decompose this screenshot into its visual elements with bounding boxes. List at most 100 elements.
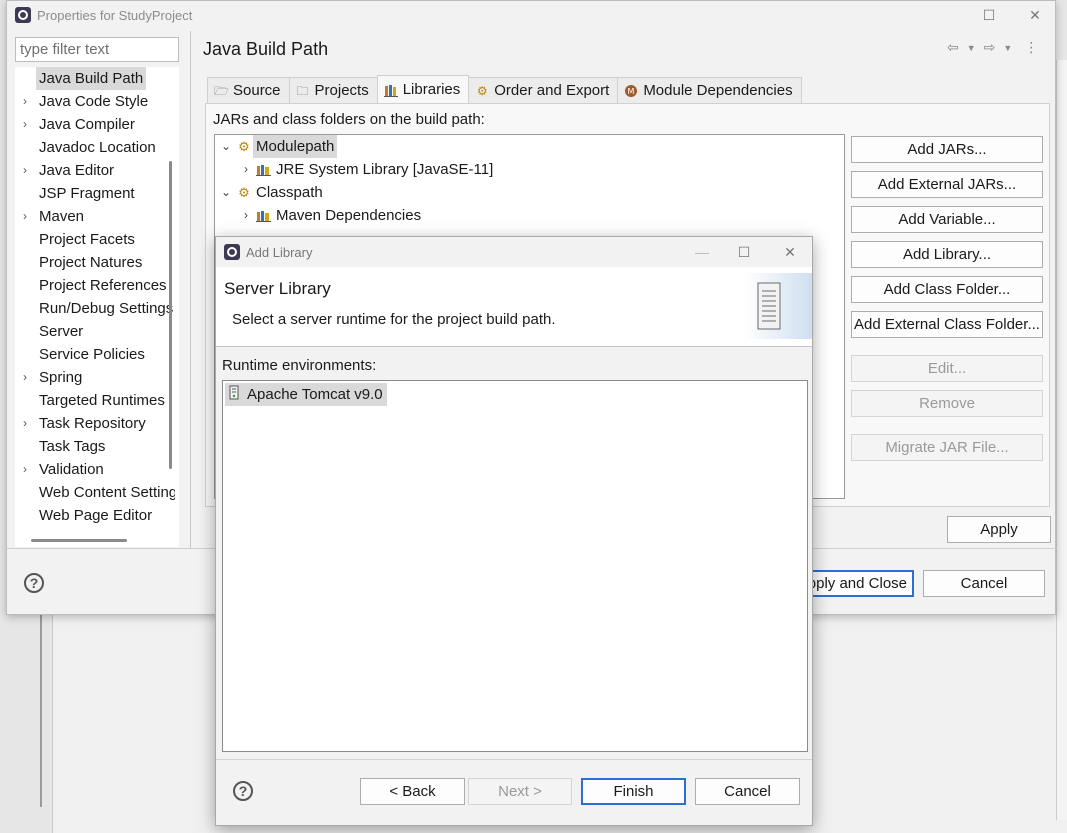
- tab-projects[interactable]: 🗀 Projects: [288, 77, 378, 103]
- nav-item[interactable]: › Task Repository: [15, 412, 175, 435]
- edit-button[interactable]: Edit...: [851, 355, 1043, 382]
- nav-item[interactable]: Server: [15, 320, 175, 343]
- help-icon[interactable]: ?: [24, 573, 44, 593]
- list-item[interactable]: Apache Tomcat v9.0: [225, 383, 387, 406]
- runtime-environments-label: Runtime environments:: [222, 357, 377, 374]
- nav-item[interactable]: › Java Code Style: [15, 90, 175, 113]
- modulepath-icon: ⚙: [238, 138, 250, 154]
- nav-item[interactable]: Run/Debug Settings: [15, 297, 175, 320]
- chevron-right-icon[interactable]: ›: [237, 204, 255, 227]
- nav-item-label: Java Compiler: [39, 116, 135, 133]
- nav-item-label: JSP Fragment: [39, 185, 135, 202]
- finish-button[interactable]: Finish: [581, 778, 686, 805]
- background-ruler: [40, 615, 42, 807]
- chevron-right-icon[interactable]: ›: [23, 205, 27, 228]
- add-jars-button[interactable]: Add JARs...: [851, 136, 1043, 163]
- tree-row-modulepath[interactable]: ⌄ ⚙ Modulepath: [217, 135, 338, 158]
- nav-vertical-scrollbar[interactable]: [169, 161, 172, 469]
- forward-dropdown-icon[interactable]: ▼: [1003, 39, 1012, 57]
- tab-module-dependencies[interactable]: M Module Dependencies: [617, 77, 802, 103]
- runtime-environments-list: Apache Tomcat v9.0: [222, 380, 808, 752]
- forward-arrow-icon[interactable]: ⇨: [984, 39, 996, 57]
- nav-item-label: Maven: [39, 208, 85, 225]
- nav-item[interactable]: Project Natures: [15, 251, 175, 274]
- nav-item[interactable]: › Java Editor: [15, 159, 175, 182]
- chevron-right-icon[interactable]: ›: [23, 412, 27, 435]
- nav-item[interactable]: › Validation: [15, 458, 175, 481]
- chevron-right-icon[interactable]: ›: [23, 159, 27, 182]
- cancel-button[interactable]: Cancel: [695, 778, 800, 805]
- filter-input[interactable]: [15, 37, 179, 62]
- nav-item-label: Project Natures: [39, 254, 143, 271]
- chevron-down-icon[interactable]: ⌄: [217, 135, 235, 158]
- nav-item-label: Web Page Editor: [39, 507, 153, 524]
- nav-item-label: Validation: [39, 461, 104, 478]
- library-icon: [255, 208, 273, 224]
- properties-titlebar: Properties for StudyProject ☐ ✕: [7, 1, 1055, 29]
- nav-item[interactable]: Task Tags: [15, 435, 175, 458]
- add-library-button[interactable]: Add Library...: [851, 241, 1043, 268]
- apply-button[interactable]: Apply: [947, 516, 1051, 543]
- svg-text:M: M: [628, 87, 635, 96]
- back-dropdown-icon[interactable]: ▼: [967, 39, 976, 57]
- nav-item[interactable]: › Spring: [15, 366, 175, 389]
- nav-item[interactable]: Targeted Runtimes: [15, 389, 175, 412]
- close-icon[interactable]: ✕: [1025, 5, 1045, 25]
- classpath-icon: ⚙: [238, 184, 250, 200]
- migrate-jar-button[interactable]: Migrate JAR File...: [851, 434, 1043, 461]
- add-class-folder-button[interactable]: Add Class Folder...: [851, 276, 1043, 303]
- view-menu-icon[interactable]: ⋮: [1024, 39, 1038, 57]
- nav-item-label: Run/Debug Settings: [39, 300, 174, 317]
- wizard-banner: Server Library Select a server runtime f…: [216, 267, 812, 347]
- nav-item-label: Server: [39, 323, 84, 340]
- nav-item-label: Java Code Style: [39, 93, 149, 110]
- server-icon: [744, 273, 812, 339]
- back-arrow-icon[interactable]: ⇦: [947, 39, 959, 57]
- nav-item[interactable]: Java Build Path: [15, 67, 175, 90]
- chevron-right-icon[interactable]: ›: [23, 458, 27, 481]
- projects-icon: 🗀: [296, 83, 309, 98]
- add-variable-button[interactable]: Add Variable...: [851, 206, 1043, 233]
- back-button[interactable]: < Back: [360, 778, 465, 805]
- add-external-class-folder-button[interactable]: Add External Class Folder...: [851, 311, 1043, 338]
- nav-item[interactable]: › Maven: [15, 205, 175, 228]
- nav-item[interactable]: Project Facets: [15, 228, 175, 251]
- nav-sash[interactable]: [190, 31, 191, 549]
- tree-row-maven-dependencies[interactable]: › Maven Dependencies: [237, 204, 421, 227]
- chevron-down-icon[interactable]: ⌄: [217, 181, 235, 204]
- add-external-jars-button[interactable]: Add External JARs...: [851, 171, 1043, 198]
- nav-item[interactable]: Web Content Settings: [15, 481, 175, 504]
- nav-item[interactable]: Javadoc Location: [15, 136, 175, 159]
- nav-item[interactable]: Service Policies: [15, 343, 175, 366]
- chevron-right-icon[interactable]: ›: [23, 90, 27, 113]
- cancel-button[interactable]: Cancel: [923, 570, 1045, 597]
- background-scrollbar: [1056, 60, 1067, 820]
- tab-source[interactable]: 🗁 Source: [207, 77, 290, 103]
- chevron-right-icon[interactable]: ›: [237, 158, 255, 181]
- maximize-icon[interactable]: ☐: [979, 5, 999, 25]
- nav-item-label: Task Repository: [39, 415, 146, 432]
- tab-order-and-export[interactable]: ⚙ Order and Export: [468, 77, 619, 103]
- nav-item[interactable]: Project References: [15, 274, 175, 297]
- nav-item[interactable]: › Java Compiler: [15, 113, 175, 136]
- nav-horizontal-scrollbar[interactable]: [31, 539, 127, 542]
- nav-item[interactable]: Web Page Editor: [15, 504, 175, 527]
- nav-item-label: Project References: [39, 277, 167, 294]
- next-button[interactable]: Next >: [468, 778, 572, 805]
- minimize-icon[interactable]: —: [692, 242, 712, 262]
- nav-item-label: Spring: [39, 369, 83, 386]
- history-nav: ⇦ ▼ ⇨ ▼ ⋮: [947, 39, 1038, 57]
- module-icon: M: [624, 84, 638, 98]
- tree-row-classpath[interactable]: ⌄ ⚙ Classpath: [217, 181, 323, 204]
- nav-item[interactable]: JSP Fragment: [15, 182, 175, 205]
- nav-item-label: Task Tags: [39, 438, 106, 455]
- remove-button[interactable]: Remove: [851, 390, 1043, 417]
- chevron-right-icon[interactable]: ›: [23, 113, 27, 136]
- tab-libraries[interactable]: Libraries: [376, 75, 470, 103]
- chevron-right-icon[interactable]: ›: [23, 366, 27, 389]
- banner-description: Select a server runtime for the project …: [232, 311, 556, 328]
- tree-row-jre-system-library[interactable]: › JRE System Library [JavaSE-11]: [237, 158, 493, 181]
- help-icon[interactable]: ?: [233, 781, 253, 801]
- maximize-icon[interactable]: ☐: [734, 242, 754, 262]
- close-icon[interactable]: ✕: [780, 242, 800, 262]
